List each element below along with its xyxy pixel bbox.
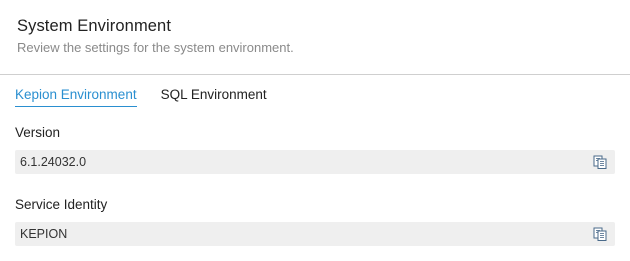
service-identity-value-box: KEPION	[15, 222, 615, 246]
version-value: 6.1.24032.0	[20, 155, 87, 169]
version-label: Version	[15, 125, 61, 140]
tab-kepion-environment[interactable]: Kepion Environment	[15, 86, 137, 107]
tab-sql-environment[interactable]: SQL Environment	[161, 86, 267, 107]
copy-icon[interactable]	[593, 155, 607, 169]
page-subtitle: Review the settings for the system envir…	[17, 40, 294, 55]
service-identity-field: Service Identity KEPION	[15, 196, 615, 246]
version-field: Version 6.1.24032.0	[15, 124, 615, 174]
header-divider	[0, 74, 630, 75]
system-environment-panel: System Environment Review the settings f…	[0, 0, 630, 261]
panel-header: System Environment Review the settings f…	[0, 0, 630, 58]
environment-tabs: Kepion Environment SQL Environment	[15, 86, 267, 107]
copy-icon[interactable]	[593, 227, 607, 241]
version-value-box: 6.1.24032.0	[15, 150, 615, 174]
service-identity-label: Service Identity	[15, 197, 108, 212]
page-title: System Environment	[17, 17, 172, 35]
service-identity-value: KEPION	[20, 227, 68, 241]
